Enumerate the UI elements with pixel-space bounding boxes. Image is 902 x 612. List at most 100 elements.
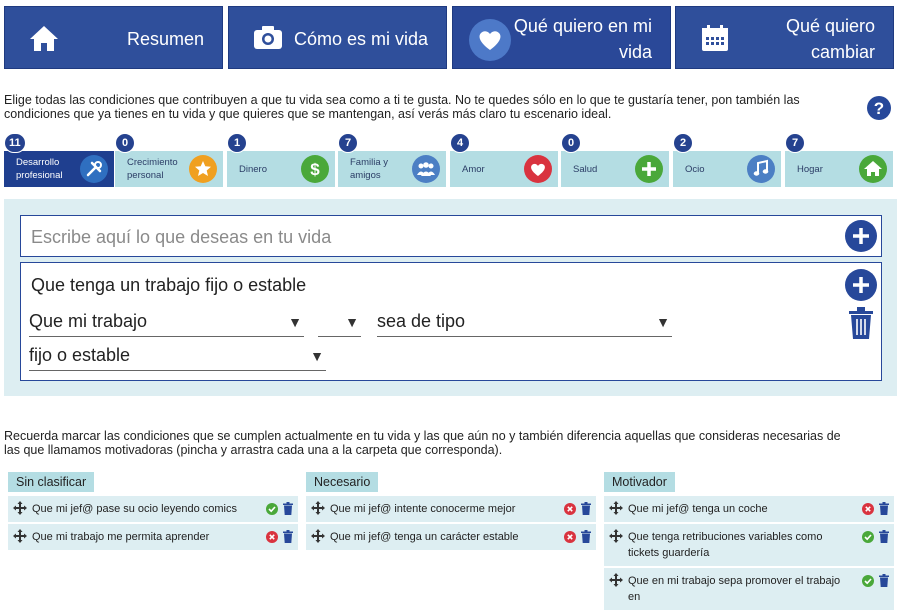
category-ocio[interactable]: Ocio 2 [673, 133, 781, 187]
move-icon[interactable] [609, 573, 623, 587]
nav-que-quiero-cambiar[interactable]: Qué quiero cambiar [675, 6, 894, 69]
column-title: Sin clasificar [8, 472, 95, 492]
list-item[interactable]: Que mi trabajo me permita aprender [8, 524, 298, 552]
cross-icon[interactable] [564, 503, 576, 515]
check-icon[interactable] [266, 503, 278, 515]
add-icon[interactable] [845, 269, 877, 301]
category-count: 7 [338, 133, 358, 153]
trash-icon[interactable] [879, 574, 889, 587]
item-text: Que mi trabajo me permita aprender [32, 531, 210, 543]
move-icon[interactable] [609, 501, 623, 515]
category-label: Dinero [239, 163, 267, 175]
category-label: Desarrollo profesional [16, 157, 63, 181]
plus-icon [635, 155, 663, 183]
column-sin-clasificar[interactable]: Sin clasificar Que mi jef@ pase su ocio … [8, 472, 298, 552]
item-text: Que mi jef@ tenga un coche [628, 503, 768, 515]
chevron-down-icon: ▼ [310, 348, 324, 364]
dollar-icon: $ [301, 155, 329, 183]
move-icon[interactable] [13, 529, 27, 543]
predicate-select[interactable]: sea de tipo ▼ [377, 307, 672, 337]
cross-icon[interactable] [862, 503, 874, 515]
category-count: 1 [227, 133, 247, 153]
move-icon[interactable] [311, 501, 325, 515]
house-icon [859, 155, 887, 183]
new-condition-placeholder: Escribe aquí lo que deseas en tu vida [31, 226, 332, 247]
category-familia-y-amigos[interactable]: Familia y amigos 7 [338, 133, 446, 187]
verb-select[interactable]: ▼ [318, 307, 361, 337]
trash-icon[interactable] [848, 307, 874, 339]
list-item[interactable]: Que en mi trabajo sepa promover el traba… [604, 568, 894, 612]
nav-resumen[interactable]: Resumen [4, 6, 223, 69]
category-label: Salud [573, 163, 598, 175]
move-icon[interactable] [13, 501, 27, 515]
category-count: 2 [673, 133, 693, 153]
condition-editor: Que tenga un trabajo fijo o estable Que … [20, 262, 882, 381]
item-text: Que tenga retribuciones variables como t… [628, 531, 823, 559]
intro-text: Elige todas las condiciones que contribu… [4, 93, 800, 121]
item-text: Que mi jef@ intente conocerme mejor [330, 503, 516, 515]
nav-label: Cómo es mi vida [293, 28, 428, 49]
category-count: 0 [561, 133, 581, 153]
category-crecimiento-personal[interactable]: Crecimiento personal 0 [115, 133, 223, 187]
nav-que-quiero-en-mi-vida[interactable]: Qué quiero en mi vida [452, 6, 671, 69]
check-icon[interactable] [862, 531, 874, 543]
subject-select[interactable]: Que mi trabajo ▼ [29, 307, 304, 337]
reminder-text: Recuerda marcar las condiciones que se c… [4, 429, 841, 457]
help-icon[interactable]: ? [867, 96, 891, 120]
category-salud[interactable]: Salud 0 [561, 133, 669, 187]
trash-icon[interactable] [581, 530, 591, 543]
value-select[interactable]: fijo o estable ▼ [29, 341, 326, 371]
trash-icon[interactable] [581, 502, 591, 515]
item-text: Que mi jef@ pase su ocio leyendo comics [32, 503, 237, 515]
cross-icon[interactable] [266, 531, 278, 543]
check-icon[interactable] [862, 575, 874, 587]
star-icon [189, 155, 217, 183]
column-motivador[interactable]: Motivador Que mi jef@ tenga un coche Que… [604, 472, 894, 612]
nav-como-es-mi-vida[interactable]: Cómo es mi vida [228, 6, 447, 69]
group-icon [412, 155, 440, 183]
tools-icon [80, 155, 108, 183]
select-value: Que mi trabajo [29, 311, 148, 331]
trash-icon[interactable] [879, 502, 889, 515]
editor-panel: Escribe aquí lo que deseas en tu vida Qu… [4, 199, 897, 396]
category-amor[interactable]: Amor 4 [450, 133, 558, 187]
list-item[interactable]: Que mi jef@ intente conocerme mejor [306, 496, 596, 524]
column-necesario[interactable]: Necesario Que mi jef@ intente conocerme … [306, 472, 596, 552]
category-label: Familia y amigos [350, 157, 389, 181]
category-dinero[interactable]: Dinero $ 1 [227, 133, 335, 187]
category-label: Crecimiento personal [127, 157, 178, 181]
column-title: Necesario [306, 472, 379, 492]
move-icon[interactable] [311, 529, 325, 543]
category-label: Hogar [797, 163, 823, 175]
music-icon [747, 155, 775, 183]
add-icon[interactable] [845, 220, 877, 252]
cross-icon[interactable] [564, 531, 576, 543]
category-label: Ocio [685, 163, 705, 175]
list-item[interactable]: Que tenga retribuciones variables como t… [604, 524, 894, 568]
trash-icon[interactable] [283, 530, 293, 543]
nav-label: Qué quiero cambiar [785, 15, 875, 62]
category-label: Amor [462, 163, 485, 175]
category-count: 7 [785, 133, 805, 153]
trash-icon[interactable] [283, 502, 293, 515]
chevron-down-icon: ▼ [288, 314, 302, 330]
category-hogar[interactable]: Hogar 7 [785, 133, 893, 187]
nav-label: Resumen [126, 28, 204, 49]
move-icon[interactable] [609, 529, 623, 543]
category-tabs: Desarrollo profesional 11 Crecimiento pe… [4, 133, 897, 189]
category-count: 0 [115, 133, 135, 153]
list-item[interactable]: Que mi jef@ tenga un coche [604, 496, 894, 524]
item-text: Que mi jef@ tenga un carácter estable [330, 531, 519, 543]
new-condition-field[interactable]: Escribe aquí lo que deseas en tu vida [20, 215, 882, 257]
chevron-down-icon: ▼ [345, 314, 359, 330]
category-desarrollo-profesional[interactable]: Desarrollo profesional 11 [4, 133, 114, 187]
category-count: 4 [450, 133, 470, 153]
select-value: sea de tipo [377, 311, 466, 331]
svg-text:$: $ [310, 160, 320, 179]
list-item[interactable]: Que mi jef@ pase su ocio leyendo comics [8, 496, 298, 524]
nav-label: Qué quiero en mi vida [513, 15, 652, 62]
select-value: fijo o estable [29, 345, 131, 365]
trash-icon[interactable] [879, 530, 889, 543]
chevron-down-icon: ▼ [656, 314, 670, 330]
list-item[interactable]: Que mi jef@ tenga un carácter estable [306, 524, 596, 552]
